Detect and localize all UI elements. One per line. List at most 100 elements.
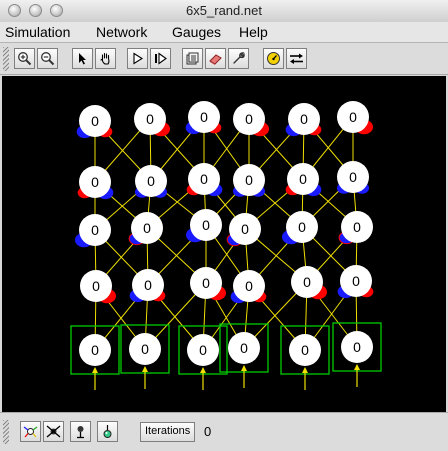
neuron-node[interactable]: 0 — [230, 270, 267, 304]
neuron-value: 0 — [200, 109, 208, 125]
neuron-node[interactable]: 0 — [187, 334, 219, 366]
network-diagram[interactable]: 0 0 0 0 0 0 0 0 0 0 0 0 0 0 0 0 0 0 0 0 0 0 0 0 0 0 0 0 0 0 — [2, 76, 446, 412]
neuron-value: 0 — [143, 220, 151, 236]
neuron-value: 0 — [353, 339, 361, 355]
menu-bar: Simulation Network Gauges Help — [0, 22, 448, 43]
neuron-node[interactable]: 0 — [129, 269, 166, 303]
neuron-node[interactable]: 0 — [75, 214, 111, 248]
neuron-node[interactable]: 0 — [233, 103, 269, 137]
window-title: 6x5_rand.net — [186, 3, 262, 18]
zoom-out-button[interactable] — [37, 48, 58, 69]
neuron-value: 0 — [92, 278, 100, 294]
menu-simulation[interactable]: Simulation — [5, 24, 70, 40]
gauge-icon — [267, 52, 280, 65]
neuron-node[interactable]: 0 — [190, 267, 226, 301]
menu-help[interactable]: Help — [239, 24, 268, 40]
iterations-label[interactable]: Iterations — [140, 422, 196, 442]
neuron-value: 0 — [91, 174, 99, 190]
neuron-node[interactable]: 0 — [337, 265, 374, 299]
input-arrowhead — [92, 367, 98, 373]
weight-icon — [103, 425, 112, 438]
wrench-button[interactable] — [228, 48, 249, 69]
hand-icon — [100, 52, 110, 65]
input-arrowhead — [200, 367, 206, 373]
neuron-node[interactable]: 0 — [232, 164, 266, 197]
neuron-node[interactable]: 0 — [336, 161, 370, 194]
neuron-value: 0 — [349, 169, 357, 185]
neuron-value: 0 — [202, 217, 210, 233]
toolbar-grip[interactable] — [3, 47, 9, 71]
neuron-node[interactable]: 0 — [77, 166, 114, 200]
weight-button[interactable] — [97, 421, 118, 442]
neuron-node[interactable]: 0 — [291, 266, 327, 300]
zoom-out-icon — [41, 52, 55, 66]
title-bar: 6x5_rand.net — [0, 0, 448, 23]
zoom-in-button[interactable] — [14, 48, 35, 69]
gauge-button[interactable] — [263, 48, 284, 69]
neuron-node[interactable]: 0 — [282, 211, 318, 245]
play-icon — [133, 52, 144, 65]
network-canvas[interactable]: 0 0 0 0 0 0 0 0 0 0 0 0 0 0 0 0 0 0 0 0 0 0 0 0 0 0 0 0 0 0 — [2, 76, 446, 412]
neuron-value: 0 — [141, 341, 149, 357]
neuron-value: 0 — [303, 274, 311, 290]
neuron-node[interactable]: 0 — [76, 105, 113, 139]
input-arrowhead — [142, 366, 148, 372]
neuron-value: 0 — [300, 111, 308, 127]
swap-arrows-icon — [290, 53, 303, 64]
neuron-value: 0 — [199, 342, 207, 358]
menu-gauges[interactable]: Gauges — [172, 24, 221, 40]
neuron-node[interactable]: 0 — [228, 332, 260, 364]
neuron-value: 0 — [245, 172, 253, 188]
input-arrowhead — [354, 364, 360, 370]
probe-icon — [77, 426, 84, 439]
neuron-node[interactable]: 0 — [80, 270, 116, 304]
menu-network[interactable]: Network — [96, 24, 147, 40]
step-icon — [155, 52, 167, 65]
neuron-value: 0 — [91, 222, 99, 238]
input-layer — [70, 322, 382, 390]
neuron-value: 0 — [352, 273, 360, 289]
input-arrowhead — [241, 365, 247, 371]
step-button[interactable] — [150, 48, 171, 69]
neuron-remove-icon — [46, 425, 61, 438]
statusbar-grip[interactable] — [3, 420, 9, 444]
neuron-value: 0 — [245, 278, 253, 294]
neuron-node[interactable]: 0 — [341, 331, 373, 363]
neuron-node[interactable]: 0 — [185, 101, 222, 135]
neuron-value: 0 — [91, 342, 99, 358]
neuron-value: 0 — [241, 221, 249, 237]
remove-neuron-button[interactable] — [43, 421, 64, 442]
network-icon — [186, 52, 199, 65]
neuron-value: 0 — [301, 342, 309, 358]
network-button[interactable] — [182, 48, 203, 69]
neuron-value: 0 — [245, 111, 253, 127]
neuron-node[interactable]: 0 — [129, 333, 161, 365]
input-arrowhead — [302, 367, 308, 373]
neuron-value: 0 — [147, 173, 155, 189]
neuron-add-icon — [23, 426, 38, 438]
neuron-value: 0 — [202, 275, 210, 291]
neuron-node[interactable]: 0 — [338, 211, 373, 245]
neuron-node[interactable]: 0 — [134, 165, 168, 198]
neuron-node[interactable]: 0 — [285, 163, 322, 197]
zoom-in-icon — [18, 52, 32, 66]
neuron-node[interactable]: 0 — [285, 103, 322, 137]
neuron-node[interactable]: 0 — [79, 334, 111, 366]
eraser-button[interactable] — [205, 48, 226, 69]
neuron-value: 0 — [299, 171, 307, 187]
neuron-node[interactable]: 0 — [186, 163, 223, 197]
pan-button[interactable] — [95, 48, 116, 69]
add-neuron-button[interactable] — [20, 421, 41, 442]
neuron-value: 0 — [144, 277, 152, 293]
neuron-value: 0 — [200, 171, 208, 187]
swap-button[interactable] — [286, 48, 307, 69]
neuron-value: 0 — [349, 109, 357, 125]
neuron-value: 0 — [240, 340, 248, 356]
play-button[interactable] — [127, 48, 148, 69]
neuron-node[interactable]: 0 — [289, 334, 321, 366]
select-button[interactable] — [72, 48, 93, 69]
neuron-node[interactable]: 0 — [186, 209, 222, 243]
probe-button[interactable] — [70, 421, 91, 442]
neuron-node[interactable]: 0 — [226, 213, 261, 247]
neuron-node[interactable]: 0 — [337, 101, 373, 135]
